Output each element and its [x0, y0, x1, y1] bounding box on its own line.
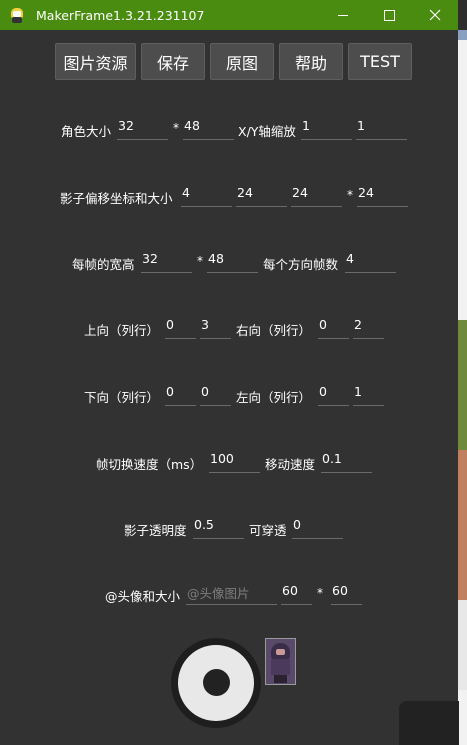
down-row-field[interactable]: 0 — [200, 384, 231, 406]
role-size-label: 角色大小 — [61, 124, 112, 139]
frames-per-direction-field[interactable]: 4 — [345, 251, 396, 273]
down-column-field[interactable]: 0 — [165, 384, 196, 406]
original-image-button[interactable]: 原图 — [210, 43, 274, 80]
multiply-sign: * — [347, 188, 353, 202]
direction-up-label: 上向（列行） — [84, 323, 160, 338]
shadow-y-field[interactable]: 24 — [236, 185, 287, 207]
direction-left-label: 左向（列行） — [236, 390, 312, 405]
help-button[interactable]: 帮助 — [279, 43, 343, 80]
left-row-field[interactable]: 1 — [353, 384, 384, 406]
save-button[interactable]: 保存 — [141, 43, 205, 80]
shadow-x-field[interactable]: 4 — [181, 185, 232, 207]
frames-per-direction-label: 每个方向帧数 — [263, 257, 339, 272]
shadow-label: 影子偏移坐标和大小 — [60, 191, 173, 206]
close-icon — [429, 9, 441, 21]
role-height-field[interactable]: 48 — [183, 118, 234, 140]
up-column-field[interactable]: 0 — [165, 317, 196, 339]
shadow-width-field[interactable]: 24 — [291, 185, 342, 207]
multiply-sign: * — [173, 121, 179, 135]
app-icon — [9, 7, 25, 23]
frame-width-field[interactable]: 32 — [141, 251, 192, 273]
frame-height-field[interactable]: 48 — [207, 251, 258, 273]
background-strip — [458, 30, 467, 40]
background-strip — [458, 450, 467, 600]
move-speed-label: 移动速度 — [265, 457, 316, 472]
close-button[interactable] — [412, 0, 458, 30]
passable-field[interactable]: 0 — [292, 517, 343, 539]
frame-interval-label: 帧切换速度（ms） — [96, 457, 203, 472]
move-speed-field[interactable]: 0.1 — [321, 451, 372, 473]
window-title: MakerFrame1.3.21.231107 — [36, 7, 205, 23]
maximize-button[interactable] — [366, 0, 412, 30]
avatar-width-field[interactable]: 60 — [281, 583, 312, 605]
role-width-field[interactable]: 32 — [117, 118, 168, 140]
character-sprite-preview — [265, 638, 296, 685]
shadow-opacity-label: 影子透明度 — [124, 523, 187, 538]
direction-right-label: 右向（列行） — [236, 323, 312, 338]
left-column-field[interactable]: 0 — [318, 384, 349, 406]
title-bar[interactable]: MakerFrame1.3.21.231107 — [0, 0, 458, 30]
multiply-sign: * — [317, 586, 323, 600]
multiply-sign: * — [197, 254, 203, 268]
scale-x-field[interactable]: 1 — [301, 118, 352, 140]
avatar-height-field[interactable]: 60 — [331, 583, 362, 605]
frame-size-label: 每帧的宽高 — [72, 257, 135, 272]
shadow-height-field[interactable]: 24 — [357, 185, 408, 207]
background-app-edge — [458, 30, 467, 745]
maximize-icon — [383, 9, 395, 21]
direction-down-label: 下向（列行） — [84, 390, 160, 405]
background-app-corner — [399, 701, 459, 745]
avatar-label: @头像和大小 — [105, 589, 181, 604]
shadow-opacity-field[interactable]: 0.5 — [193, 517, 244, 539]
frame-interval-field[interactable]: 100 — [209, 451, 260, 473]
image-resources-button[interactable]: 图片资源 — [55, 43, 136, 80]
minimize-button[interactable] — [320, 0, 366, 30]
joystick-control[interactable] — [171, 638, 261, 728]
minimize-icon — [338, 14, 348, 16]
xy-scale-label: X/Y轴缩放 — [238, 124, 296, 139]
test-button[interactable]: TEST — [348, 43, 412, 80]
right-column-field[interactable]: 0 — [318, 317, 349, 339]
avatar-image-field[interactable]: @头像图片 — [186, 583, 277, 605]
right-row-field[interactable]: 2 — [353, 317, 384, 339]
scale-y-field[interactable]: 1 — [356, 118, 407, 140]
up-row-field[interactable]: 3 — [200, 317, 231, 339]
passable-label: 可穿透 — [249, 523, 287, 538]
joystick-knob[interactable] — [203, 669, 230, 696]
background-strip — [458, 600, 467, 690]
